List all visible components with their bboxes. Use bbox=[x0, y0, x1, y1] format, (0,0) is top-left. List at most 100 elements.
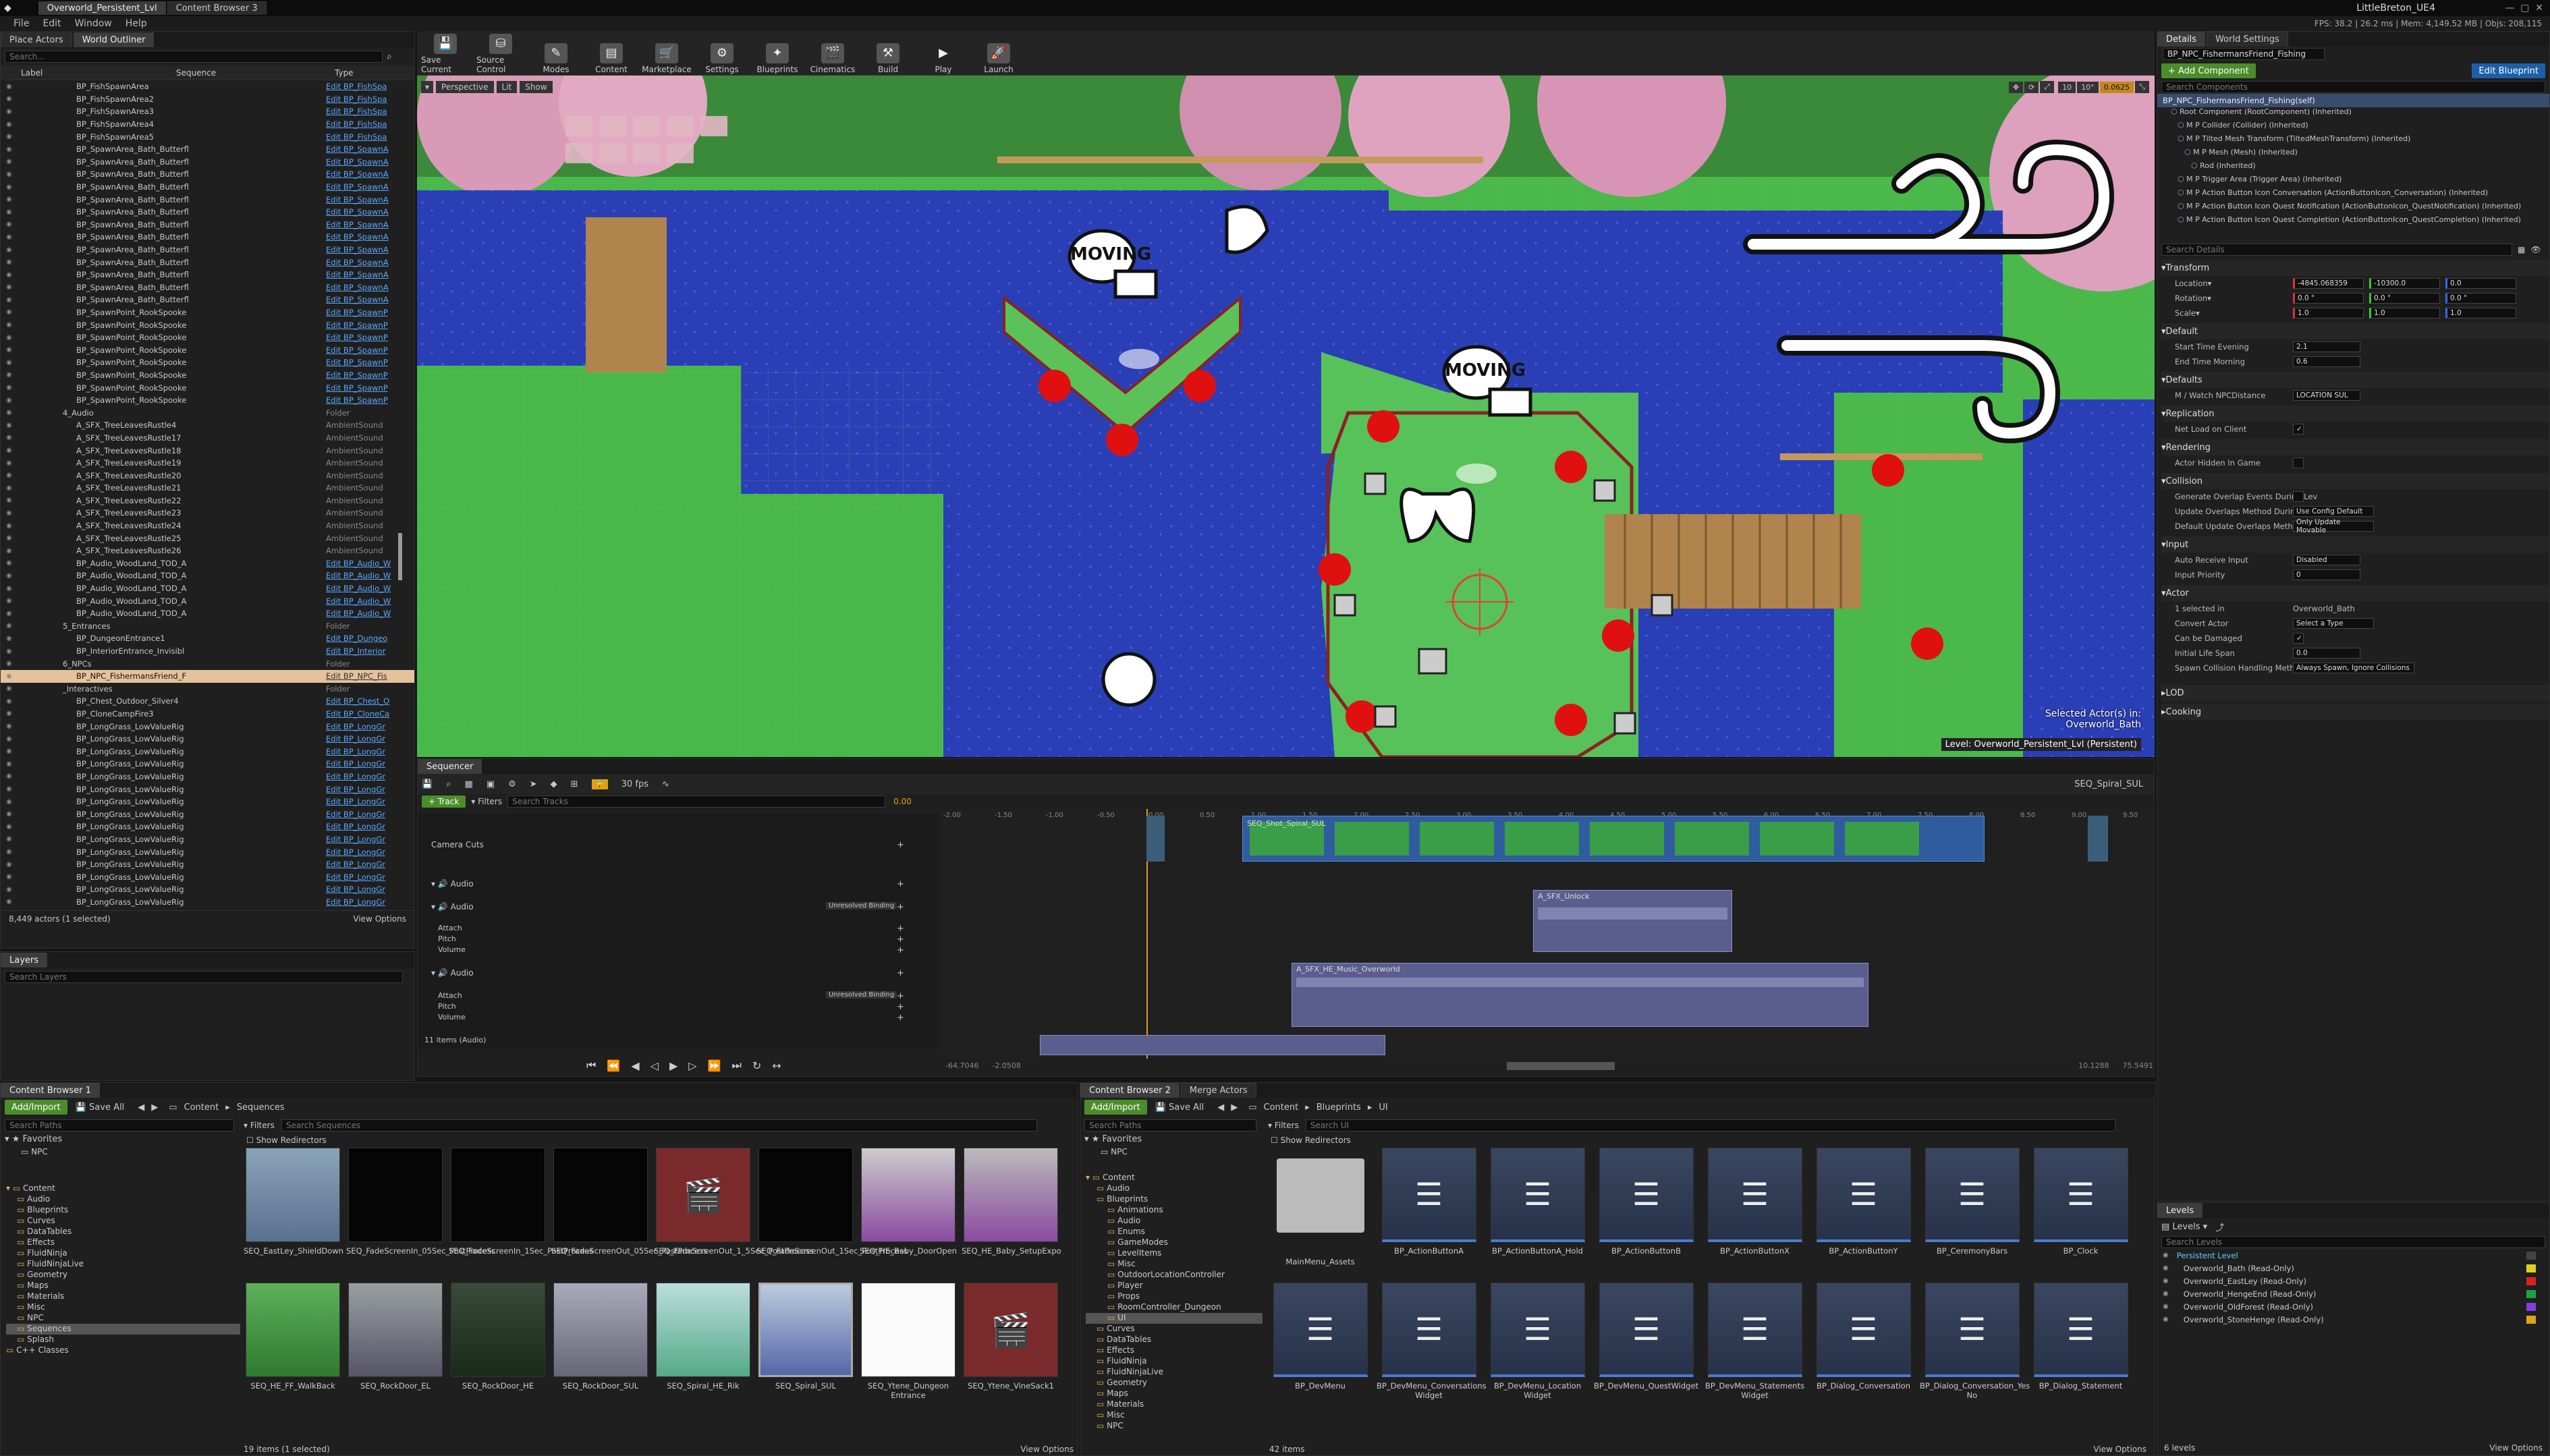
asset-tile[interactable]: SEQ_FadeScreenOut_1Sec_PostProcess bbox=[756, 1148, 908, 1256]
outliner-row-type[interactable]: Edit BP_LongGr bbox=[326, 759, 385, 768]
folder-item[interactable]: ▭ DataTables bbox=[1086, 1335, 1263, 1345]
track-row[interactable]: Attach bbox=[438, 991, 462, 1000]
asset-tile[interactable]: ☰ BP_DevMenu_Location Widget bbox=[1485, 1283, 1590, 1400]
audio-clip-music[interactable]: A_SFX_HE_Music_Overworld bbox=[1292, 963, 1868, 1027]
outliner-row-type[interactable]: Edit BP_LongGr bbox=[326, 847, 385, 857]
fps-dropdown[interactable]: 30 fps bbox=[621, 779, 648, 789]
asset-tile[interactable]: MainMenu_Assets bbox=[1268, 1148, 1373, 1266]
outliner-row[interactable]: ◉ BP_LongGrass_LowValueRig Edit BP_LongGr bbox=[1, 771, 414, 783]
location-y-field[interactable]: -10300.0 bbox=[2369, 278, 2440, 289]
asset-tile[interactable]: SEQ_HE_Baby_DoorOpen bbox=[859, 1148, 958, 1256]
show-button[interactable]: Show bbox=[520, 81, 553, 93]
search-details-input[interactable]: Search Details bbox=[2161, 244, 2512, 256]
save-icon[interactable]: 💾 bbox=[422, 779, 433, 789]
timeline-scrollbar[interactable] bbox=[1506, 1061, 1615, 1070]
hidden-in-game-checkbox[interactable] bbox=[2293, 457, 2304, 468]
outliner-row[interactable]: ◉ BP_InteriorEntrance_Invisibl Edit BP_Int… bbox=[1, 645, 414, 658]
cb2-add-import-button[interactable]: Add/Import bbox=[1084, 1100, 1147, 1115]
outliner-row[interactable]: ◉ A_SFX_TreeLeavesRustle17 AmbientSound bbox=[1, 432, 414, 445]
visibility-eye-icon[interactable]: ◉ bbox=[6, 798, 16, 806]
curve-icon[interactable]: ∿ bbox=[662, 779, 669, 789]
group-defaults[interactable]: ▾ Defaults bbox=[2161, 372, 2549, 388]
visibility-eye-icon[interactable]: ◉ bbox=[6, 710, 16, 717]
visibility-eye-icon[interactable]: ◉ bbox=[6, 723, 16, 730]
toolbar-modes-button[interactable]: ✎ Modes bbox=[532, 32, 580, 74]
folder-item[interactable]: ▭ Splash bbox=[6, 1335, 240, 1345]
layers-search-input[interactable]: Search Layers bbox=[5, 971, 403, 983]
outliner-row[interactable]: ◉ BP_SpawnArea_Bath_Butterfl Edit BP_Spawn… bbox=[1, 269, 414, 281]
cb2-back-icon[interactable]: ◀ bbox=[1217, 1102, 1224, 1113]
tab-layers[interactable]: Layers bbox=[1, 953, 48, 968]
outliner-row-type[interactable]: Edit BP_SpawnA bbox=[326, 232, 389, 242]
outliner-row-type[interactable]: Edit BP_SpawnA bbox=[326, 283, 389, 292]
track-row[interactable]: ▾ 🔊 Audio bbox=[431, 902, 474, 912]
track-row[interactable]: Camera Cuts bbox=[431, 840, 484, 849]
outliner-row[interactable]: ◉ BP_SpawnArea_Bath_Butterfl Edit BP_Spawn… bbox=[1, 181, 414, 194]
outliner-row[interactable]: ◉ BP_FishSpawnArea3 Edit BP_FishSpa bbox=[1, 105, 414, 118]
outliner-row-type[interactable]: Edit BP_LongGr bbox=[326, 772, 385, 781]
visibility-eye-icon[interactable]: ◉ bbox=[6, 898, 16, 905]
group-collision[interactable]: ▾ Collision bbox=[2161, 473, 2549, 489]
outliner-row[interactable]: ◉ BP_SpawnArea_Bath_Butterfl Edit BP_Spawn… bbox=[1, 143, 414, 156]
outliner-row[interactable]: ◉ BP_Audio_WoodLand_TOD_A Edit BP_Audio_W bbox=[1, 582, 414, 595]
asset-tile[interactable]: SEQ_FadeScreenIn_05Sec_PostProcess bbox=[346, 1148, 495, 1256]
maximize-icon[interactable]: ⤡ bbox=[2135, 81, 2149, 93]
component-item[interactable]: ⬡ M P Action Button Icon Conversation (A… bbox=[2171, 188, 2549, 202]
outliner-row-type[interactable]: Edit BP_SpawnA bbox=[326, 169, 389, 179]
visibility-eye-icon[interactable]: ◉ bbox=[6, 873, 16, 880]
outliner-row[interactable]: ◉ BP_SpawnArea_Bath_Butterfl Edit BP_Spawn… bbox=[1, 206, 414, 219]
asset-tile[interactable]: SEQ_HE_Baby_SetupExpo bbox=[962, 1148, 1061, 1256]
group-lod[interactable]: ▸ LOD bbox=[2161, 685, 2549, 701]
outliner-search-input[interactable]: Search... bbox=[5, 51, 383, 63]
visibility-eye-icon[interactable]: ◉ bbox=[6, 484, 16, 492]
visibility-eye-icon[interactable]: ◉ bbox=[6, 698, 16, 705]
level-visibility-icon[interactable]: ◉ bbox=[2163, 1290, 2169, 1297]
visibility-eye-icon[interactable]: ◉ bbox=[6, 258, 16, 266]
tab-content-browser-3[interactable]: Content Browser 3 bbox=[167, 1, 267, 15]
visibility-eye-icon[interactable]: ◉ bbox=[6, 246, 16, 254]
col-sequence[interactable]: Sequence bbox=[176, 68, 335, 78]
outliner-row[interactable]: ◉ BP_FishSpawnArea4 Edit BP_FishSpa bbox=[1, 118, 414, 131]
asset-tile[interactable]: SEQ_EastLey_ShieldDown bbox=[244, 1148, 343, 1256]
levels-view-options[interactable]: View Options bbox=[2489, 1443, 2543, 1453]
folder-item[interactable]: ▭ Blueprints bbox=[1086, 1194, 1263, 1205]
outliner-row-type[interactable]: Edit BP_LongGr bbox=[326, 747, 385, 756]
outliner-row-type[interactable]: Edit BP_LongGr bbox=[326, 810, 385, 819]
outliner-row-type[interactable]: Edit BP_Audio_W bbox=[326, 584, 391, 593]
outliner-row-type[interactable]: Edit BP_SpawnP bbox=[326, 383, 388, 393]
render-icon[interactable]: ⚙ bbox=[508, 779, 516, 789]
outliner-row-type[interactable]: Edit BP_SpawnA bbox=[326, 195, 389, 204]
outliner-row[interactable]: ◉ BP_LongGrass_LowValueRig Edit BP_LongGr bbox=[1, 858, 414, 871]
group-rendering[interactable]: ▾ Rendering bbox=[2161, 439, 2549, 455]
outliner-row-type[interactable]: Edit BP_SpawnA bbox=[326, 182, 389, 192]
level-color-swatch[interactable] bbox=[2526, 1251, 2536, 1260]
input-priority-field[interactable]: 0 bbox=[2293, 569, 2360, 580]
outliner-row[interactable]: ◉ BP_SpawnArea_Bath_Butterfl Edit BP_Spawn… bbox=[1, 244, 414, 256]
visibility-eye-icon[interactable]: ◉ bbox=[6, 848, 16, 856]
cb1-search-paths[interactable]: Search Paths bbox=[5, 1119, 234, 1131]
visibility-eye-icon[interactable]: ◉ bbox=[6, 497, 16, 504]
folder-item[interactable]: ▭ UI bbox=[1086, 1313, 1263, 1324]
level-item[interactable]: ◉ Overworld_HengeEnd (Read-Only) bbox=[2157, 1287, 2549, 1300]
cb1-show-redirectors[interactable]: ☐ Show Redirectors bbox=[246, 1136, 1074, 1145]
outliner-row-type[interactable]: Edit BP_SpawnP bbox=[326, 345, 388, 355]
outliner-row-type[interactable]: Edit BP_SpawnP bbox=[326, 320, 388, 330]
outliner-row[interactable]: ◉ A_SFX_TreeLeavesRustle18 AmbientSound bbox=[1, 444, 414, 457]
select-icon[interactable]: ➤ bbox=[530, 779, 537, 789]
visibility-eye-icon[interactable]: ◉ bbox=[6, 547, 16, 555]
update-overlap-dropdown[interactable]: Use Config Default bbox=[2293, 506, 2374, 517]
add-component-button[interactable]: + Add Component bbox=[2161, 63, 2256, 78]
level-color-swatch[interactable] bbox=[2526, 1264, 2536, 1272]
folder-item[interactable]: ▭ Misc bbox=[1086, 1259, 1263, 1270]
outliner-row-type[interactable]: Edit BP_SpawnP bbox=[326, 358, 388, 367]
outliner-row[interactable]: ◉ BP_Audio_WoodLand_TOD_A Edit BP_Audio_W bbox=[1, 607, 414, 620]
asset-tile[interactable]: SEQ_FadeScreenOut_05Sec_PostProcess bbox=[551, 1148, 707, 1256]
add-key-button[interactable]: + bbox=[897, 924, 904, 934]
folder-item[interactable]: ▭ Effects bbox=[6, 1237, 240, 1248]
view-options-button[interactable]: View Options bbox=[353, 914, 406, 924]
visibility-eye-icon[interactable]: ◉ bbox=[6, 434, 16, 441]
visibility-eye-icon[interactable]: ◉ bbox=[6, 83, 16, 90]
tab-content-browser-2[interactable]: Content Browser 2 bbox=[1080, 1083, 1180, 1098]
save-all-button[interactable]: 💾 Save All bbox=[76, 1102, 125, 1113]
folder-item[interactable]: ▭ Audio bbox=[1086, 1216, 1263, 1227]
